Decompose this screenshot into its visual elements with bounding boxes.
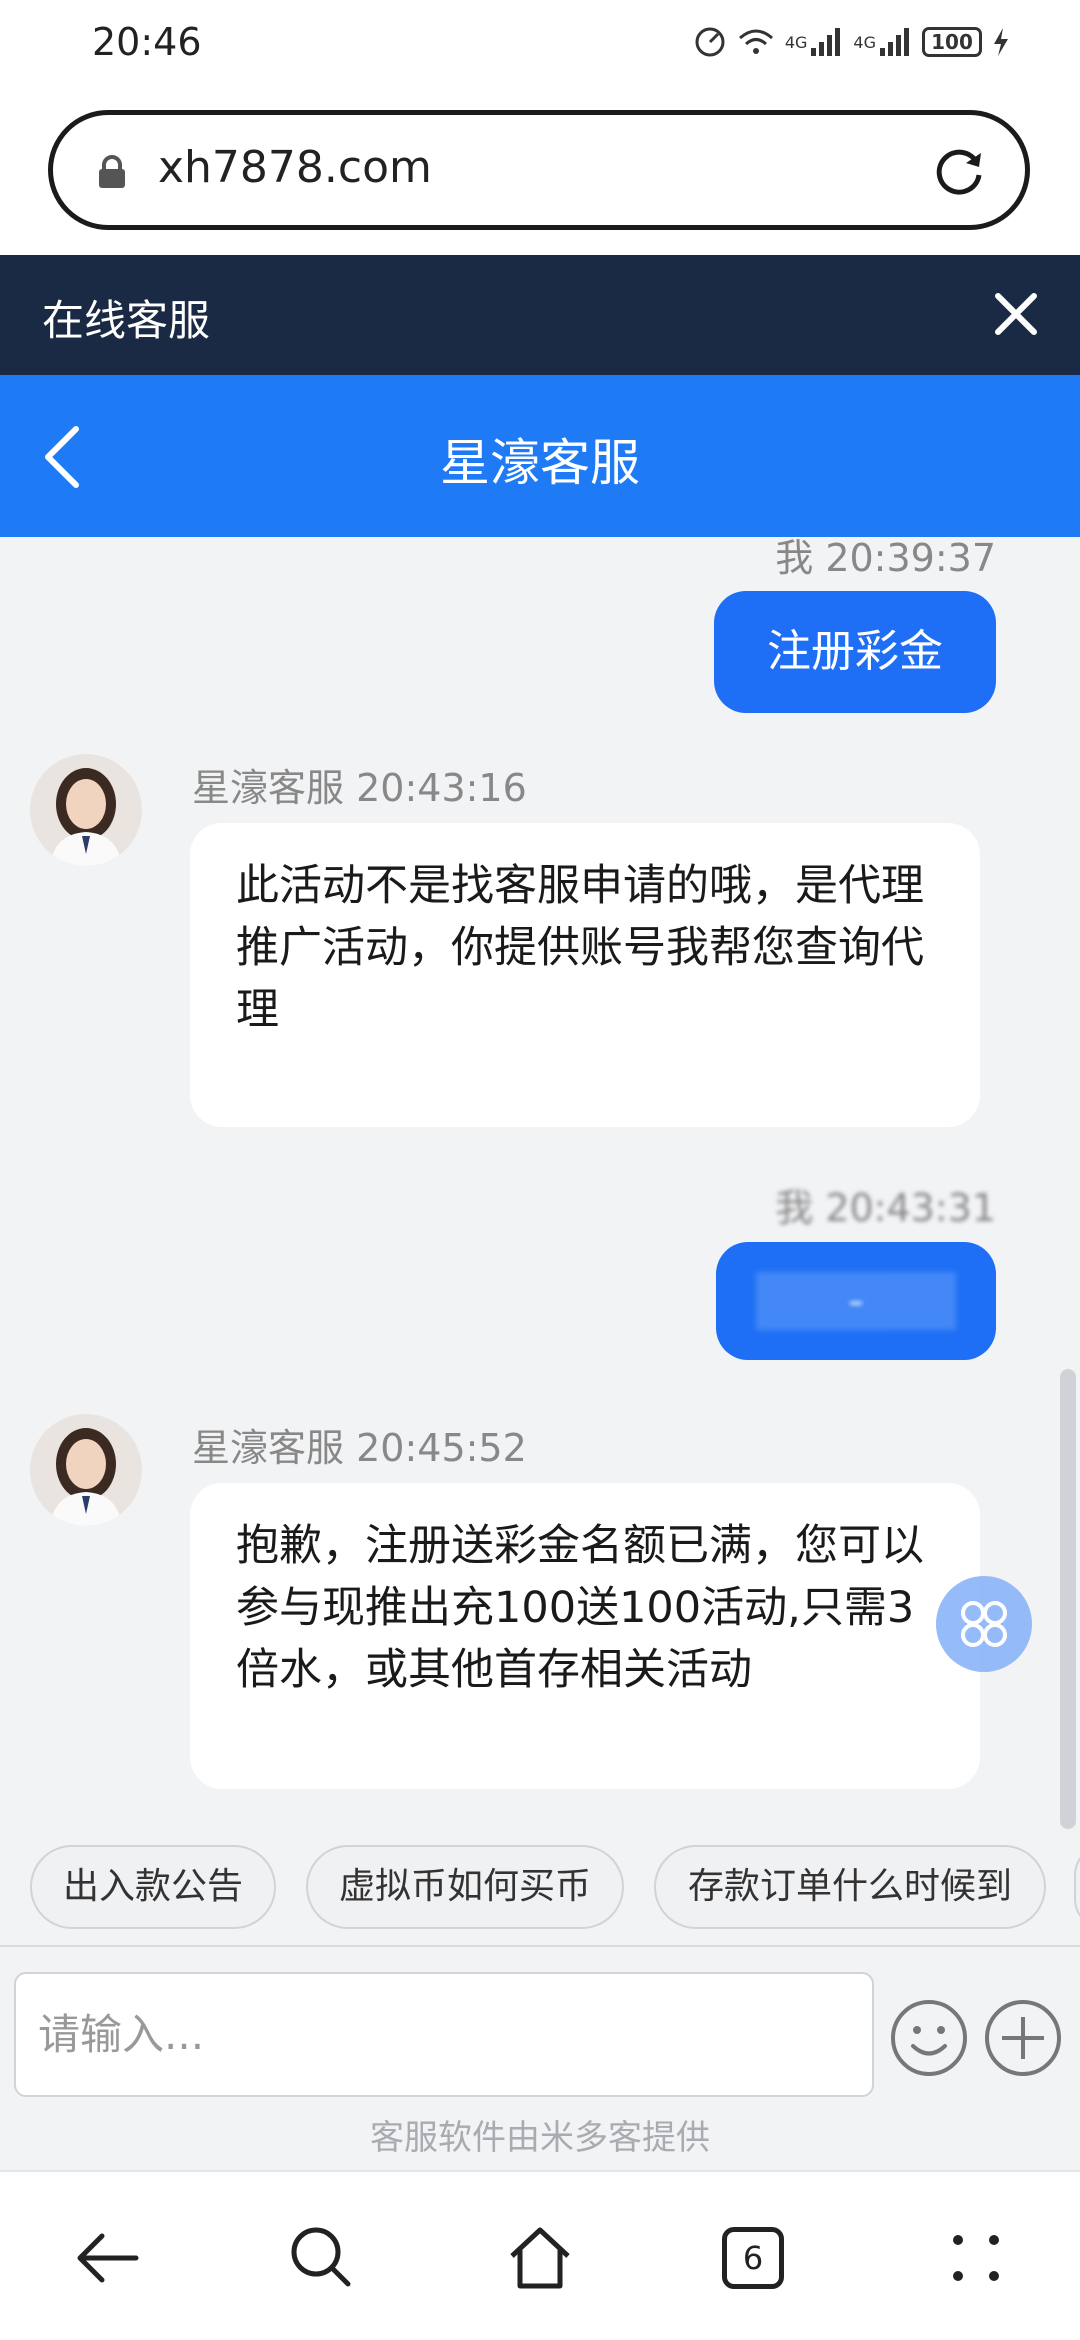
url-text[interactable]: xh7878.com — [158, 142, 432, 193]
signal-icon — [880, 28, 909, 56]
message-time: 20:45:52 — [356, 1426, 527, 1470]
reload-icon[interactable] — [929, 141, 989, 201]
menu-float-button[interactable] — [936, 1576, 1032, 1672]
status-icons: 4G 4G 100 — [693, 22, 1010, 62]
message-meta: 星濠客服 20:45:52 — [192, 1417, 527, 1472]
message-bubble-incoming[interactable]: 此活动不是找客服申请的哦，是代理推广活动，你提供账号我帮您查询代理 — [190, 823, 980, 1127]
tabs-button[interactable]: 6 — [722, 2227, 784, 2289]
message-text: 抱歉，注册送彩金名额已满，您可以参与现推出充100送100活动,只需3倍水，或其… — [236, 1521, 924, 1695]
message-text: - — [848, 1275, 864, 1326]
message-sender: 星濠客服 — [192, 1426, 345, 1470]
message-sender: 星濠客服 — [192, 766, 345, 810]
powered-by-text: 客服软件由米多客提供 — [370, 2118, 710, 2158]
signal-icon — [811, 28, 841, 56]
quick-reply-chip[interactable]: 存款订单什么时候到 — [654, 1845, 1046, 1929]
speed-icon — [695, 27, 725, 57]
message-input-box[interactable] — [14, 1972, 874, 2097]
grid-icon — [961, 1601, 1007, 1647]
wifi-icon — [738, 29, 773, 54]
message-time: 20:43:16 — [356, 766, 527, 810]
message-time: 20:43:31 — [825, 1186, 996, 1230]
quick-reply-chip[interactable]: 出入款公告 — [30, 1845, 276, 1929]
search-icon[interactable] — [286, 2222, 358, 2294]
chat-header: 星濠客服 — [0, 375, 1080, 537]
message-input[interactable] — [16, 1974, 872, 2095]
input-area: 客服软件由米多客提供 — [0, 1945, 1080, 2170]
avatar — [30, 754, 142, 866]
more-icon[interactable] — [940, 2222, 1012, 2294]
back-arrow-icon[interactable] — [72, 2222, 144, 2294]
message-text: 注册彩金 — [767, 626, 943, 677]
charging-icon — [994, 28, 1008, 56]
battery-indicator: 100 — [922, 27, 982, 57]
message-bubble-outgoing[interactable]: 注册彩金 — [714, 591, 996, 713]
chat-title: 星濠客服 — [440, 434, 640, 492]
home-icon[interactable] — [504, 2222, 576, 2294]
chat-message-list[interactable]: 我 20:39:37 注册彩金 星濠客服 20:43:16 此活动不是找客服申请… — [0, 537, 1080, 1835]
tab-count: 6 — [742, 2239, 764, 2277]
browser-nav-bar: 6 — [0, 2170, 1080, 2340]
status-bar: 20:46 4G 4G 100 — [0, 0, 1080, 90]
message-sender: 我 — [775, 1186, 814, 1230]
scrollbar[interactable] — [1060, 1369, 1076, 1829]
message-time: 20:39:37 — [825, 537, 996, 580]
message-text: 此活动不是找客服申请的哦，是代理推广活动，你提供账号我帮您查询代理 — [236, 861, 924, 1035]
network-label-2: 4G — [853, 32, 876, 52]
quick-reply-chip-partial[interactable] — [1074, 1845, 1080, 1929]
message-sender: 我 — [775, 537, 814, 580]
emoji-icon[interactable] — [888, 1997, 970, 2079]
status-time: 20:46 — [92, 20, 202, 64]
plus-icon[interactable] — [982, 1997, 1064, 2079]
lock-icon — [99, 155, 125, 188]
online-service-title: 在线客服 — [42, 296, 211, 345]
browser-toolbar: xh7878.com — [0, 90, 1080, 255]
message-meta: 我 20:39:37 — [775, 537, 996, 582]
quick-replies: 出入款公告 虚拟币如何买币 存款订单什么时候到 — [0, 1835, 1080, 1945]
message-meta: 星濠客服 20:43:16 — [192, 757, 527, 812]
message-bubble-incoming[interactable]: 抱歉，注册送彩金名额已满，您可以参与现推出充100送100活动,只需3倍水，或其… — [190, 1483, 980, 1789]
network-label-1: 4G — [784, 32, 808, 52]
online-service-header: 在线客服 — [0, 255, 1080, 375]
message-meta: 我 20:43:31 — [775, 1177, 996, 1232]
avatar — [30, 1414, 142, 1526]
address-bar[interactable]: xh7878.com — [48, 110, 1030, 230]
close-icon[interactable] — [990, 288, 1042, 340]
quick-reply-chip[interactable]: 虚拟币如何买币 — [306, 1845, 624, 1929]
message-bubble-outgoing[interactable]: - — [716, 1242, 996, 1360]
